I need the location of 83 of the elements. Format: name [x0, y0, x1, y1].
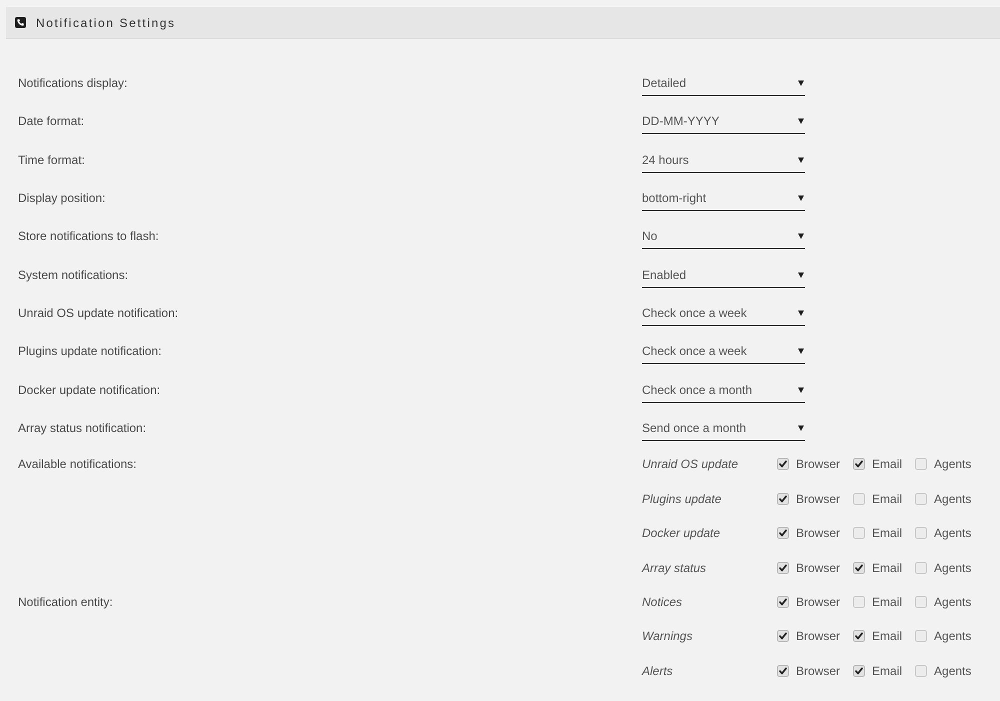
- checkbox-label[interactable]: Agents: [934, 526, 972, 540]
- checkbox[interactable]: [777, 630, 789, 642]
- dropdown[interactable]: Check once a week: [642, 300, 805, 326]
- group-label: Available notifications:: [18, 457, 137, 472]
- caret-icon: [798, 348, 804, 354]
- caret-icon: [798, 386, 804, 393]
- dropdown[interactable]: No: [642, 223, 805, 250]
- checkbox[interactable]: [915, 527, 928, 540]
- setting-label: Date format:: [18, 114, 84, 128]
- checkbox-label[interactable]: Email: [872, 457, 902, 472]
- checkbox-label[interactable]: Agents: [934, 629, 972, 644]
- checkbox-label[interactable]: Browser: [796, 664, 840, 678]
- notification-type-label: Notices: [642, 595, 682, 610]
- caret-icon: [798, 425, 804, 432]
- dropdown[interactable]: DD-MM-YYYY: [642, 108, 805, 134]
- notification-type-label: Docker update: [642, 526, 720, 540]
- checkbox-label[interactable]: Email: [872, 595, 902, 610]
- checkbox[interactable]: [915, 458, 928, 470]
- checkbox[interactable]: [853, 596, 866, 608]
- checkbox[interactable]: [915, 596, 928, 608]
- checkbox-label[interactable]: Browser: [796, 560, 840, 575]
- notification-type-label: Warnings: [642, 629, 692, 644]
- setting-label: Unraid OS update notification:: [18, 306, 178, 320]
- group-label: Notification entity:: [18, 595, 113, 610]
- setting-label: Plugins update notification:: [18, 344, 162, 358]
- setting-label: Display position:: [18, 191, 106, 206]
- setting-label: Time format:: [18, 152, 85, 167]
- setting-label: System notifications:: [18, 268, 128, 282]
- dropdown[interactable]: Send once a month: [642, 415, 805, 442]
- checkbox[interactable]: [853, 527, 866, 540]
- checkbox[interactable]: [777, 492, 789, 505]
- checkbox-label[interactable]: Email: [872, 629, 902, 644]
- checkbox-label[interactable]: Email: [872, 664, 902, 678]
- checkbox[interactable]: [915, 492, 928, 505]
- checkbox-label[interactable]: Email: [872, 526, 902, 540]
- checkbox-label[interactable]: Agents: [934, 560, 972, 575]
- checkbox-label[interactable]: Browser: [796, 526, 840, 540]
- caret-icon: [798, 195, 804, 202]
- dropdown[interactable]: Check once a week: [642, 338, 805, 364]
- dropdown[interactable]: 24 hours: [642, 146, 805, 173]
- checkbox-label[interactable]: Browser: [796, 457, 840, 472]
- notification-type-label: Alerts: [642, 664, 673, 678]
- dropdown[interactable]: Enabled: [642, 262, 805, 288]
- dropdown[interactable]: Check once a month: [642, 376, 805, 403]
- checkbox[interactable]: [853, 664, 866, 677]
- checkbox-label[interactable]: Agents: [934, 595, 972, 610]
- checkbox[interactable]: [853, 492, 866, 505]
- notification-type-label: Plugins update: [642, 492, 722, 506]
- checkbox[interactable]: [777, 527, 789, 540]
- setting-label: Notifications display:: [18, 76, 128, 90]
- checkbox[interactable]: [777, 562, 789, 574]
- caret-icon: [798, 233, 804, 240]
- checkbox[interactable]: [853, 458, 866, 470]
- dropdown[interactable]: Detailed: [642, 70, 805, 96]
- caret-icon: [798, 310, 804, 316]
- checkbox[interactable]: [915, 562, 928, 574]
- checkbox-label[interactable]: Agents: [934, 664, 972, 678]
- notification-type-label: Unraid OS update: [642, 457, 738, 472]
- checkbox-label[interactable]: Browser: [796, 595, 840, 610]
- checkbox-label[interactable]: Email: [872, 560, 902, 575]
- checkbox[interactable]: [853, 630, 866, 642]
- checkbox-label[interactable]: Agents: [934, 457, 972, 472]
- checkbox[interactable]: [853, 562, 866, 574]
- setting-label: Docker update notification:: [18, 382, 160, 397]
- checkbox[interactable]: [777, 596, 789, 608]
- caret-icon: [798, 80, 804, 86]
- panel-title: Notification Settings: [36, 16, 176, 30]
- setting-label: Array status notification:: [18, 421, 146, 436]
- checkbox[interactable]: [915, 630, 928, 642]
- dropdown[interactable]: bottom-right: [642, 185, 805, 212]
- checkbox-label[interactable]: Browser: [796, 492, 840, 506]
- caret-icon: [798, 118, 804, 124]
- notification-type-label: Array status: [642, 560, 706, 575]
- checkbox-label[interactable]: Agents: [934, 492, 972, 506]
- checkbox-label[interactable]: Email: [872, 492, 902, 506]
- checkbox-label[interactable]: Browser: [796, 629, 840, 644]
- caret-icon: [798, 272, 804, 278]
- caret-icon: [798, 156, 804, 163]
- setting-label: Store notifications to flash:: [18, 229, 159, 244]
- checkbox[interactable]: [777, 458, 789, 470]
- checkbox[interactable]: [777, 664, 789, 677]
- phone-icon: [15, 17, 26, 28]
- checkbox[interactable]: [915, 664, 928, 677]
